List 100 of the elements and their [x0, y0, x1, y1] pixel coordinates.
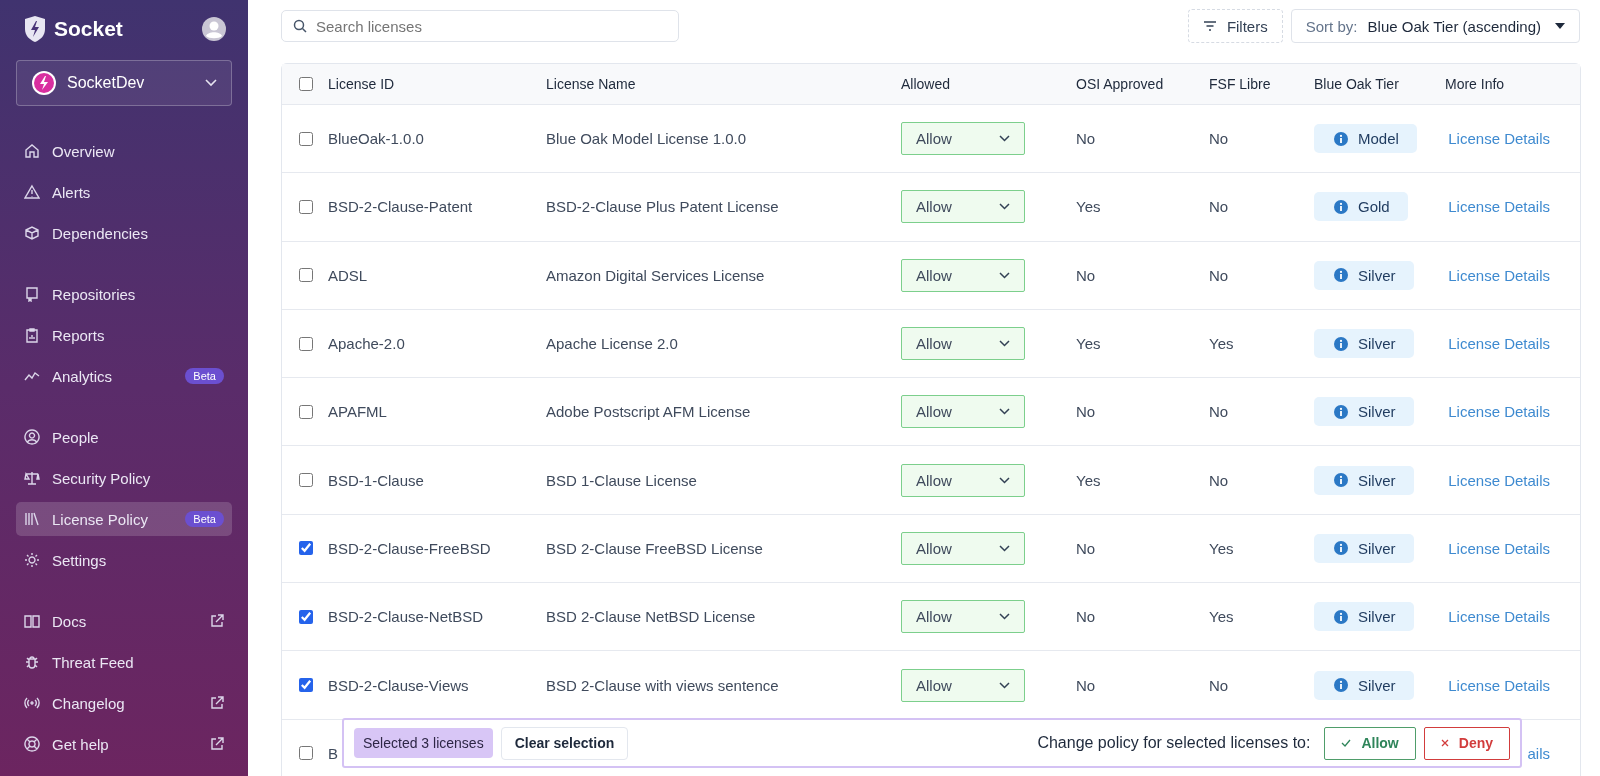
- fsf-value: No: [1209, 266, 1229, 284]
- fsf-value: No: [1209, 676, 1229, 694]
- allowed-dropdown[interactable]: Allow: [901, 395, 1025, 429]
- allowed-dropdown[interactable]: Allow: [901, 327, 1025, 361]
- column-header: License ID: [328, 76, 396, 92]
- chevron-down-icon: [999, 135, 1010, 143]
- fsf-value: No: [1209, 198, 1229, 216]
- license-details-link[interactable]: License Details: [1448, 471, 1550, 489]
- license-name: BSD 2-Clause NetBSD License: [546, 608, 756, 626]
- allowed-dropdown[interactable]: Allow: [901, 531, 1025, 565]
- license-details-link[interactable]: License Details: [1448, 198, 1550, 216]
- license-details-link[interactable]: License Details: [1448, 335, 1550, 353]
- sidebar-item[interactable]: Reports: [16, 318, 232, 352]
- sort-dropdown[interactable]: Sort by: Blue Oak Tier (ascending): [1290, 9, 1580, 43]
- license-id: BSD-2-Clause-NetBSD: [328, 608, 485, 626]
- license-details-link[interactable]: License Details: [1448, 130, 1550, 148]
- license-details-link[interactable]: License Details: [1448, 608, 1550, 626]
- osi-value: No: [1076, 130, 1096, 148]
- row-checkbox[interactable]: [299, 268, 313, 283]
- filter-icon: [1202, 21, 1217, 31]
- osi-value: No: [1076, 608, 1096, 626]
- fsf-value: No: [1209, 130, 1229, 148]
- sidebar-item[interactable]: Docs: [16, 604, 232, 638]
- license-details-link[interactable]: ails: [1527, 744, 1550, 762]
- fsf-value: Yes: [1209, 608, 1234, 626]
- license-details-link[interactable]: License Details: [1448, 403, 1550, 421]
- sidebar-item[interactable]: Repositories: [16, 277, 232, 311]
- brand-name: Socket: [54, 17, 123, 41]
- organization-dropdown[interactable]: SocketDev: [16, 60, 232, 106]
- avatar-icon[interactable]: [202, 17, 226, 41]
- license-name: BSD 2-Clause with views sentence: [546, 676, 779, 694]
- row-checkbox[interactable]: [299, 609, 313, 624]
- row-checkbox[interactable]: [299, 473, 313, 488]
- license-id: ADSL: [328, 266, 369, 284]
- deny-button[interactable]: Deny: [1423, 726, 1510, 760]
- license-name: Amazon Digital Services License: [546, 266, 765, 284]
- filters-button[interactable]: Filters: [1187, 9, 1283, 43]
- column-header: OSI Approved: [1076, 76, 1165, 92]
- column-header: FSF Libre: [1209, 76, 1272, 92]
- sidebar-item[interactable]: Dependencies: [16, 216, 232, 250]
- sidebar-item[interactable]: Get help: [16, 727, 232, 761]
- row-checkbox[interactable]: [299, 131, 313, 146]
- chevron-down-icon: [999, 203, 1010, 211]
- allowed-dropdown[interactable]: Allow: [901, 668, 1025, 702]
- license-details-link[interactable]: License Details: [1448, 539, 1550, 557]
- fsf-value: Yes: [1209, 539, 1234, 557]
- chevron-down-icon: [999, 476, 1010, 484]
- row-checkbox[interactable]: [299, 199, 313, 214]
- tier-badge: Silver: [1314, 602, 1414, 632]
- license-id: BSD-2-Clause-Patent: [328, 198, 474, 216]
- row-checkbox[interactable]: [299, 404, 313, 419]
- info-icon: [1334, 541, 1348, 556]
- search-field[interactable]: Search licenses: [281, 10, 679, 42]
- sidebar-item[interactable]: Security Policy: [16, 461, 232, 495]
- allowed-dropdown[interactable]: Allow: [901, 463, 1025, 497]
- row-checkbox[interactable]: [299, 336, 313, 351]
- tier-badge: Silver: [1314, 329, 1414, 359]
- allowed-dropdown[interactable]: Allow: [901, 122, 1025, 156]
- license-id: APAFML: [328, 403, 388, 421]
- sidebar-item[interactable]: License Policy Beta: [16, 502, 232, 536]
- info-icon: [1334, 404, 1348, 419]
- sidebar-item[interactable]: Threat Feed: [16, 645, 232, 679]
- alert-icon: [24, 184, 40, 200]
- row-checkbox[interactable]: [299, 746, 313, 761]
- sidebar-item[interactable]: Alerts: [16, 175, 232, 209]
- license-name: Apache License 2.0: [546, 335, 678, 353]
- chevron-down-icon: [999, 340, 1010, 348]
- chevron-down-icon: [999, 271, 1010, 279]
- select-all-checkbox[interactable]: [299, 77, 313, 91]
- license-name: Adobe Postscript AFM License: [546, 403, 751, 421]
- sidebar-item[interactable]: People: [16, 420, 232, 454]
- caret-down-icon: [1555, 23, 1565, 29]
- osi-value: No: [1076, 539, 1096, 557]
- license-details-link[interactable]: License Details: [1448, 676, 1550, 694]
- fsf-value: Yes: [1209, 335, 1234, 353]
- tier-badge: Gold: [1314, 192, 1408, 222]
- allow-button[interactable]: Allow: [1324, 726, 1416, 760]
- column-header: Blue Oak Tier: [1314, 76, 1400, 92]
- license-name: BSD 2-Clause FreeBSD License: [546, 539, 763, 557]
- sidebar-item[interactable]: Changelog: [16, 686, 232, 720]
- tier-badge: Silver: [1314, 397, 1414, 427]
- row-checkbox[interactable]: [299, 541, 313, 556]
- column-header: License Name: [546, 76, 637, 92]
- license-details-link[interactable]: License Details: [1448, 266, 1550, 284]
- sidebar-item[interactable]: Settings: [16, 543, 232, 577]
- beta-badge: Beta: [185, 368, 224, 384]
- allowed-dropdown[interactable]: Allow: [901, 600, 1025, 634]
- sidebar-item[interactable]: Analytics Beta: [16, 359, 232, 393]
- person-icon: [24, 429, 40, 445]
- row-checkbox[interactable]: [299, 678, 313, 692]
- clear-selection-button[interactable]: Clear selection: [500, 726, 629, 760]
- books-icon: [24, 511, 40, 527]
- info-icon: [1334, 268, 1348, 283]
- info-icon: [1334, 609, 1348, 624]
- fsf-value: No: [1209, 403, 1229, 421]
- allowed-dropdown[interactable]: Allow: [901, 190, 1025, 224]
- sidebar-item[interactable]: Overview: [16, 134, 232, 168]
- allowed-dropdown[interactable]: Allow: [901, 258, 1025, 292]
- license-id: BSD-2-Clause-FreeBSD: [328, 539, 492, 557]
- clip-icon: [24, 327, 40, 343]
